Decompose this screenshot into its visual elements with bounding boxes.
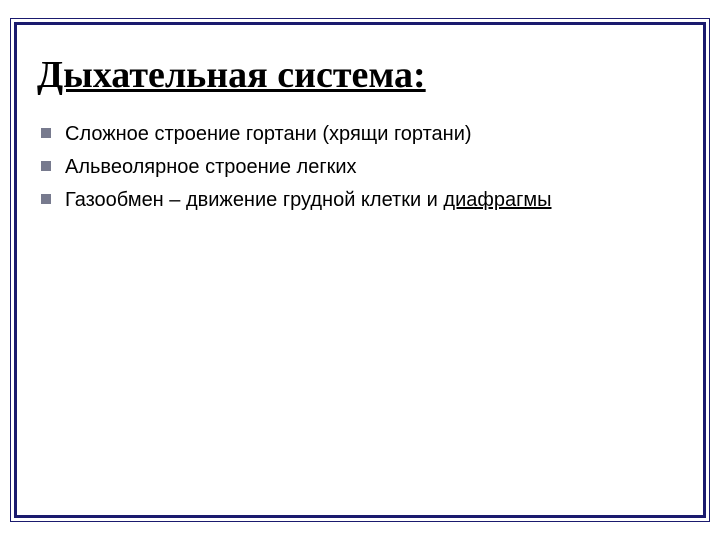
list-item: Сложное строение гортани (хрящи гортани) (37, 121, 683, 148)
bullet-text-prefix: Газообмен – движение грудной клетки и (65, 189, 443, 211)
inner-border: Дыхательная система: Сложное строение го… (14, 22, 706, 518)
list-item: Газообмен – движение грудной клетки и ди… (37, 187, 683, 214)
square-bullet-icon (41, 194, 51, 204)
slide-title: Дыхательная система: (37, 53, 683, 97)
square-bullet-icon (41, 128, 51, 138)
bullet-text: Сложное строение гортани (хрящи гортани) (65, 121, 683, 148)
outer-border: Дыхательная система: Сложное строение го… (10, 18, 710, 522)
underlined-term: диафрагмы (443, 189, 551, 211)
square-bullet-icon (41, 161, 51, 171)
bullet-text: Газообмен – движение грудной клетки и ди… (65, 187, 683, 214)
bullet-list: Сложное строение гортани (хрящи гортани)… (37, 121, 683, 214)
bullet-text: Альвеолярное строение легких (65, 154, 683, 181)
list-item: Альвеолярное строение легких (37, 154, 683, 181)
